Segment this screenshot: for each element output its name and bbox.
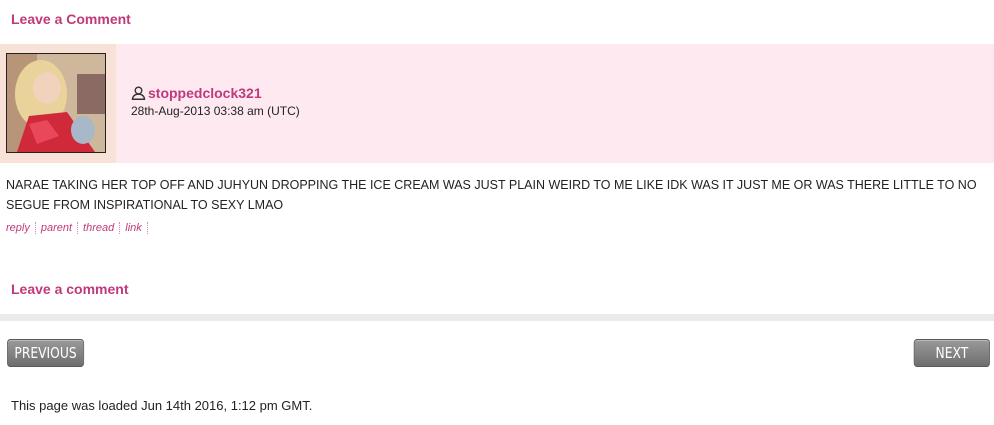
avatar[interactable]: [6, 53, 106, 153]
comment-username[interactable]: stoppedclock321: [148, 85, 262, 101]
thread-link[interactable]: thread: [83, 222, 121, 234]
leave-comment-link-top[interactable]: Leave a Comment: [11, 11, 131, 27]
avatar-container: [0, 44, 116, 163]
comment-author-block: stoppedclock321 28th-Aug-2013 03:38 am (…: [131, 85, 300, 118]
user-icon[interactable]: [131, 86, 146, 101]
section-divider: [0, 314, 994, 321]
parent-link[interactable]: parent: [41, 222, 79, 234]
page-loaded-text: This page was loaded Jun 14th 2016, 1:12…: [11, 398, 313, 413]
next-button[interactable]: NEXT: [913, 339, 990, 367]
comment-body: NARAE TAKING HER TOP OFF AND JUHYUN DROP…: [6, 178, 977, 212]
previous-button[interactable]: PREVIOUS: [7, 339, 85, 367]
username-line: stoppedclock321: [131, 85, 300, 101]
comment-links: reply parent thread link: [6, 222, 153, 234]
reply-link[interactable]: reply: [6, 222, 36, 234]
avatar-image: [7, 54, 105, 152]
comment-timestamp: 28th-Aug-2013 03:38 am (UTC): [131, 104, 300, 118]
permalink-link[interactable]: link: [125, 222, 148, 234]
comment-header: stoppedclock321 28th-Aug-2013 03:38 am (…: [0, 44, 994, 163]
leave-comment-link-bottom[interactable]: Leave a comment: [11, 281, 129, 297]
